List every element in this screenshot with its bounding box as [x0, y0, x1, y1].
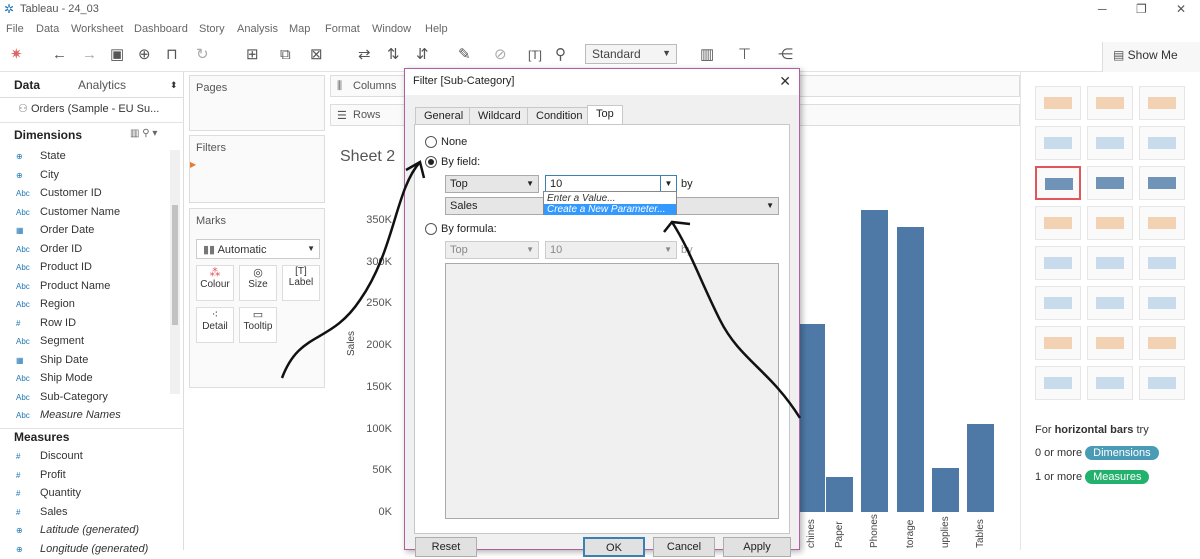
arrow-to-by-field	[280, 161, 421, 379]
arrow-to-create-parameter	[670, 221, 802, 419]
annotation-arrows	[280, 160, 802, 419]
